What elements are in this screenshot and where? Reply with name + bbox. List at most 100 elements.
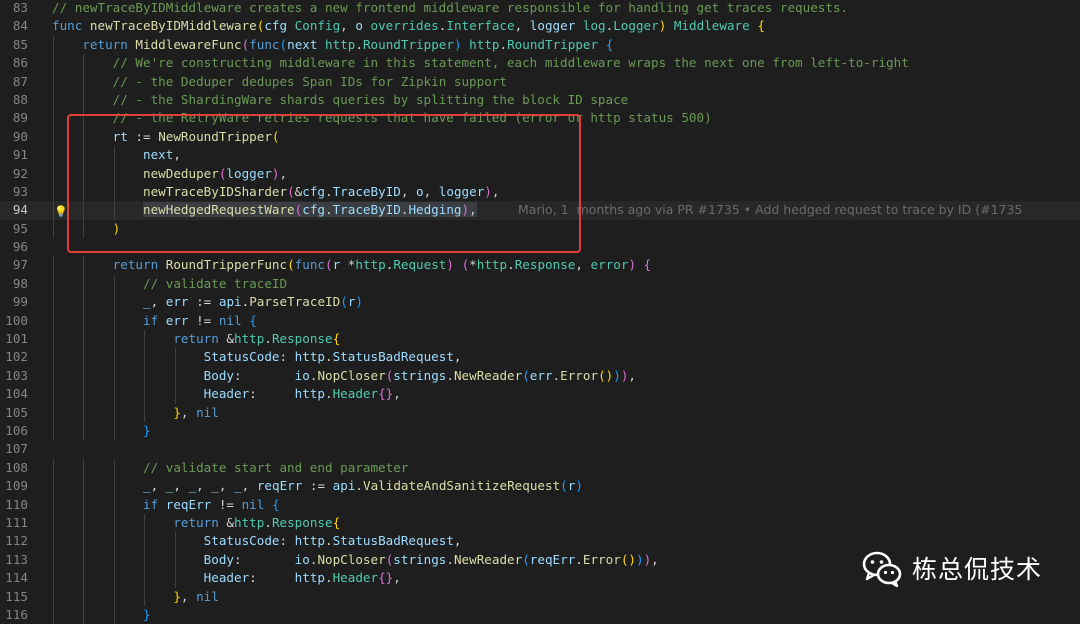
line-number: 107 [5,441,28,457]
code-token: return [173,331,227,347]
code-token: StatusCode [203,349,280,365]
code-line[interactable]: 102 StatusCode: http.StatusBadRequest, [0,348,1080,367]
code-token: ) [635,551,644,567]
code-line[interactable]: 88 // - the ShardingWare shards queries … [0,90,1080,110]
code-token: RoundTripperFunc [165,257,288,273]
code-token: { [332,331,341,347]
code-line[interactable]: 103 Body: io.NopCloser(strings.NewReader… [0,366,1080,386]
code-line[interactable]: 97 return RoundTripperFunc(func(r *http.… [0,256,1080,275]
line-number: 90 [12,128,28,144]
code-text: } [52,422,151,440]
code-token: http [294,533,325,549]
code-token: Interface [446,18,515,34]
line-number: 93 [12,183,28,199]
code-token: } [173,404,181,420]
code-token: : [279,533,295,549]
code-token: nil [196,588,219,604]
code-token: newTraceByIDMiddleware [89,18,257,34]
code-text: if err != nil { [52,312,257,330]
code-token: overrides [370,18,439,34]
code-token: strings [393,551,447,567]
code-line[interactable]: 99 _, err := api.ParseTraceID(r) [0,293,1080,312]
code-line[interactable]: 101 return &http.Response{ [0,330,1080,349]
code-token: . [355,478,364,494]
code-token: // newTraceByIDMiddleware creates a new … [52,0,849,15]
line-number: 103 [5,367,28,383]
code-token: : [234,551,295,567]
code-line[interactable]: 100 if err != nil { [0,311,1080,331]
code-text: // We're constructing middleware in this… [52,54,909,72]
code-token: , [340,18,356,34]
code-token: : [279,349,295,365]
code-token: != [188,312,219,328]
code-token: } [173,588,181,604]
code-token: Body [203,367,234,383]
code-token: ( [522,367,530,383]
code-token: Config [294,18,341,34]
code-token: http [234,514,265,530]
code-token: RoundTripper [507,36,599,52]
code-line[interactable]: 83 // newTraceByIDMiddleware creates a ne… [0,0,1080,17]
code-token: Request [393,257,447,273]
line-number: 101 [5,331,28,347]
code-line[interactable]: 108 // validate start and end parameter [0,458,1080,478]
code-token: ) [613,367,621,383]
code-token: nil [218,312,250,328]
code-line[interactable]: 111 return &http.Response{ [0,513,1080,533]
code-line[interactable]: 106 } [0,421,1080,441]
code-token: // - the Deduper dedupes Span IDs for Zi… [112,73,507,89]
line-number: 91 [12,147,28,163]
code-token: {} [378,570,394,586]
code-token: func [294,257,326,273]
code-token: () [598,367,614,383]
code-line[interactable]: 84 func newTraceByIDMiddleware(cfg Config… [0,17,1080,35]
line-number: 102 [5,349,28,365]
code-token: http [294,570,325,586]
code-token: . [264,514,272,530]
code-token: if [143,496,166,512]
code-line[interactable]: 107 [0,440,1080,458]
code-token: , [575,257,591,273]
code-line[interactable]: 109 _, _, _, _, _, reqErr := api.Validat… [0,477,1080,496]
code-token: ( [560,478,568,494]
code-token: err [165,312,189,328]
code-line[interactable]: 87 // - the Deduper dedupes Span IDs for… [0,72,1080,91]
code-token: NewReader [453,367,523,383]
line-number: 89 [12,110,28,126]
code-line[interactable]: 110 if reqErr != nil { [0,495,1080,514]
code-token: next [287,36,326,52]
code-token: StatusBadRequest [332,533,454,549]
code-token: io [294,551,310,567]
code-line[interactable]: 85 return MiddlewareFunc(func(next http.… [0,35,1080,55]
code-line[interactable]: 115 }, nil [0,587,1080,606]
code-token: http [469,36,500,52]
code-token: { [249,312,257,328]
code-line[interactable]: 105 }, nil [0,403,1080,422]
code-token: // - the ShardingWare shards queries by … [112,91,629,107]
code-token: ( [522,551,530,567]
code-line[interactable]: 104 Header: http.Header{}, [0,385,1080,404]
code-token: . [575,551,583,567]
code-token: nil [241,496,272,512]
code-token: Response [271,331,333,347]
code-token: { [605,36,614,52]
code-line[interactable]: 98 // validate traceID [0,274,1080,294]
code-token: , [453,349,462,365]
code-token: log [582,18,606,34]
code-line[interactable]: 86 // We're constructing middleware in t… [0,54,1080,73]
code-line[interactable]: 116 } [0,605,1080,624]
code-token: nil [196,404,219,420]
code-token: , [628,367,637,383]
code-token: func [52,18,90,34]
code-token: Error [560,367,599,383]
code-editor[interactable]: 83 // newTraceByIDMiddleware creates a ne… [0,0,1080,624]
code-token: return [112,257,166,273]
